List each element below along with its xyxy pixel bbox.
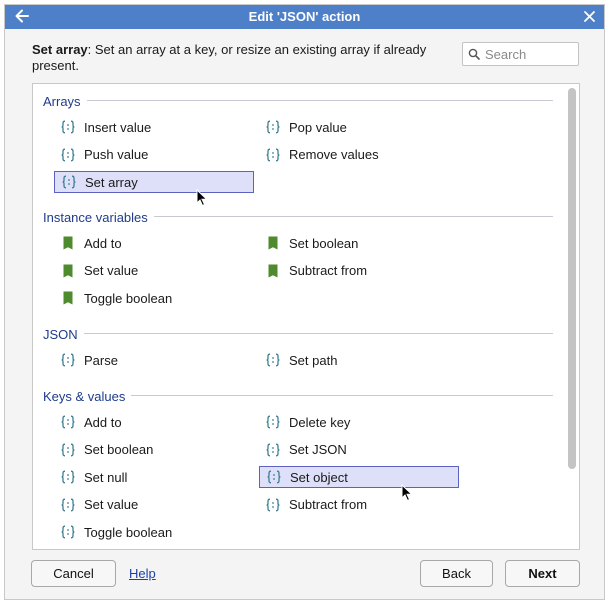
cancel-button[interactable]: Cancel — [31, 560, 116, 587]
section-title: Keys & values — [43, 389, 126, 404]
braces-icon — [60, 414, 76, 430]
action-item[interactable]: Set array — [54, 171, 254, 193]
action-item-label: Parse — [84, 352, 118, 368]
action-item[interactable]: Set boolean — [54, 439, 254, 461]
action-item-label: Set path — [289, 352, 338, 368]
section-divider — [154, 216, 553, 217]
variable-tag-icon — [60, 235, 76, 251]
action-item[interactable]: Delete key — [259, 411, 459, 433]
action-item-label: Toggle boolean — [84, 524, 173, 540]
action-item-label: Set JSON — [289, 442, 347, 457]
action-item-label: Subtract from — [289, 263, 368, 278]
action-item-label: Remove values — [289, 147, 379, 162]
braces-icon — [60, 352, 76, 368]
section-divider — [87, 100, 553, 101]
action-item-label: Pop value — [289, 119, 347, 135]
action-item[interactable]: Set path — [259, 349, 459, 371]
braces-icon — [61, 174, 77, 190]
action-item-label: Set boolean — [84, 442, 154, 457]
title-bar: Edit 'JSON' action — [5, 5, 604, 29]
braces-icon — [60, 524, 76, 540]
action-item-label: Set boolean — [289, 235, 359, 251]
section-title: Instance variables — [43, 210, 148, 225]
braces-icon — [265, 119, 281, 135]
help-link[interactable]: Help — [129, 566, 156, 581]
action-item[interactable]: Push value — [54, 144, 254, 166]
action-item-label: Delete key — [289, 414, 351, 430]
action-item-label: Set array — [85, 174, 138, 190]
variable-tag-icon — [265, 263, 281, 279]
action-item-label: Add to — [84, 414, 122, 430]
description-label: Set array — [32, 42, 88, 57]
window-title: Edit 'JSON' action — [248, 9, 361, 24]
action-item-label: Insert value — [84, 119, 152, 135]
action-list[interactable]: Arrays Insert value Pop value Push value Rem… — [32, 83, 580, 550]
braces-icon — [60, 147, 76, 163]
variable-tag-icon — [60, 263, 76, 279]
action-item[interactable]: Add to — [54, 411, 254, 433]
action-description: Set array: Set an array at a key, or res… — [32, 42, 452, 74]
action-item-label: Subtract from — [289, 497, 368, 512]
back-button[interactable]: Back — [420, 560, 493, 587]
action-item-label: Set object — [290, 469, 348, 485]
action-item[interactable]: Set value — [54, 494, 254, 516]
action-item-label: Push value — [84, 147, 149, 162]
mouse-pointer-icon — [401, 484, 413, 502]
action-item-label: Set null — [84, 469, 128, 485]
braces-icon — [265, 497, 281, 513]
section-title: Arrays — [43, 94, 81, 109]
action-item[interactable]: Toggle boolean — [54, 287, 254, 309]
braces-icon — [60, 119, 76, 135]
action-item[interactable]: Insert value — [54, 116, 254, 138]
section-divider — [84, 333, 553, 334]
braces-icon — [266, 469, 282, 485]
braces-icon — [265, 414, 281, 430]
variable-tag-icon — [60, 290, 76, 306]
variable-tag-icon — [265, 235, 281, 251]
braces-icon — [265, 147, 281, 163]
braces-icon — [60, 469, 76, 485]
action-item-label: Set value — [84, 263, 139, 278]
section-title: JSON — [43, 327, 78, 342]
braces-icon — [265, 352, 281, 368]
close-icon[interactable] — [583, 10, 596, 23]
braces-icon — [60, 497, 76, 513]
action-item[interactable]: Set JSON — [259, 439, 459, 461]
section-divider — [131, 395, 553, 396]
search-icon — [468, 48, 480, 60]
search-input[interactable] — [483, 45, 575, 63]
dialog-window: Edit 'JSON' action Set array: Set an arr… — [4, 4, 605, 600]
action-item-label: Set value — [84, 497, 139, 512]
mouse-pointer-icon — [196, 189, 208, 207]
action-item[interactable]: Parse — [54, 349, 254, 371]
action-item-label: Add to — [84, 235, 122, 251]
braces-icon — [265, 442, 281, 458]
next-button[interactable]: Next — [505, 560, 580, 587]
action-item[interactable]: Toggle boolean — [54, 521, 254, 543]
action-item[interactable]: Set value — [54, 260, 254, 282]
action-item[interactable]: Add to — [54, 232, 254, 254]
description-text: : Set an array at a key, or resize an ex… — [32, 42, 427, 73]
action-item[interactable]: Set null — [54, 466, 254, 488]
action-item[interactable]: Subtract from — [259, 260, 459, 282]
action-item[interactable]: Subtract from — [259, 494, 459, 516]
action-item[interactable]: Pop value — [259, 116, 459, 138]
action-item[interactable]: Set boolean — [259, 232, 459, 254]
action-item[interactable]: Remove values — [259, 144, 459, 166]
action-item[interactable]: Set object — [259, 466, 459, 488]
action-item-label: Toggle boolean — [84, 290, 173, 306]
search-box[interactable] — [462, 42, 579, 66]
braces-icon — [60, 442, 76, 458]
scrollbar-thumb[interactable] — [568, 88, 576, 469]
